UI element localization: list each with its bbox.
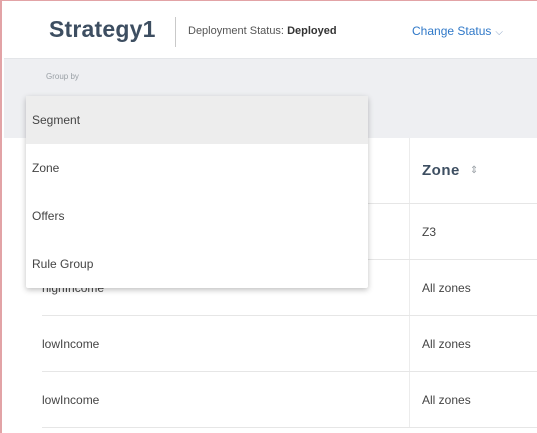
deployment-status-label: Deployment Status: — [188, 25, 284, 37]
row-name-cell: lowIncome — [42, 392, 100, 407]
change-status-label: Change Status — [412, 24, 492, 38]
table-row[interactable]: lowIncome All zones — [42, 372, 537, 428]
menu-item-zone[interactable]: Zone — [26, 144, 368, 192]
sort-icon[interactable]: ⇕ — [470, 165, 478, 176]
page-header: Strategy1 Deployment Status: Deployed Ch… — [4, 2, 537, 58]
chevron-down-icon: ⌵ — [495, 27, 503, 38]
zone-header-label: Zone — [422, 162, 460, 179]
header-divider — [175, 17, 176, 47]
group-by-dropdown-menu: Segment Zone Offers Rule Group — [26, 96, 368, 288]
change-status-button[interactable]: Change Status ⌵ — [412, 24, 503, 38]
menu-item-rule-group[interactable]: Rule Group — [26, 240, 368, 288]
deployment-status: Deployment Status: Deployed — [188, 25, 337, 37]
row-zone-cell: All zones — [409, 316, 537, 371]
row-name-cell: lowIncome — [42, 336, 100, 351]
table-row[interactable]: lowIncome All zones — [42, 316, 537, 372]
strategy-title: Strategy1 — [49, 16, 156, 42]
menu-item-offers[interactable]: Offers — [26, 192, 368, 240]
deployment-status-value: Deployed — [287, 25, 337, 37]
app-frame: Strategy1 Deployment Status: Deployed Ch… — [0, 0, 537, 433]
group-by-label: Group by — [46, 72, 79, 81]
column-header-zone[interactable]: Zone ⇕ — [409, 138, 537, 203]
row-zone-cell: All zones — [409, 260, 537, 315]
row-zone-cell: All zones — [409, 372, 537, 427]
menu-item-segment[interactable]: Segment — [26, 96, 368, 144]
row-zone-cell: Z3 — [409, 204, 537, 259]
